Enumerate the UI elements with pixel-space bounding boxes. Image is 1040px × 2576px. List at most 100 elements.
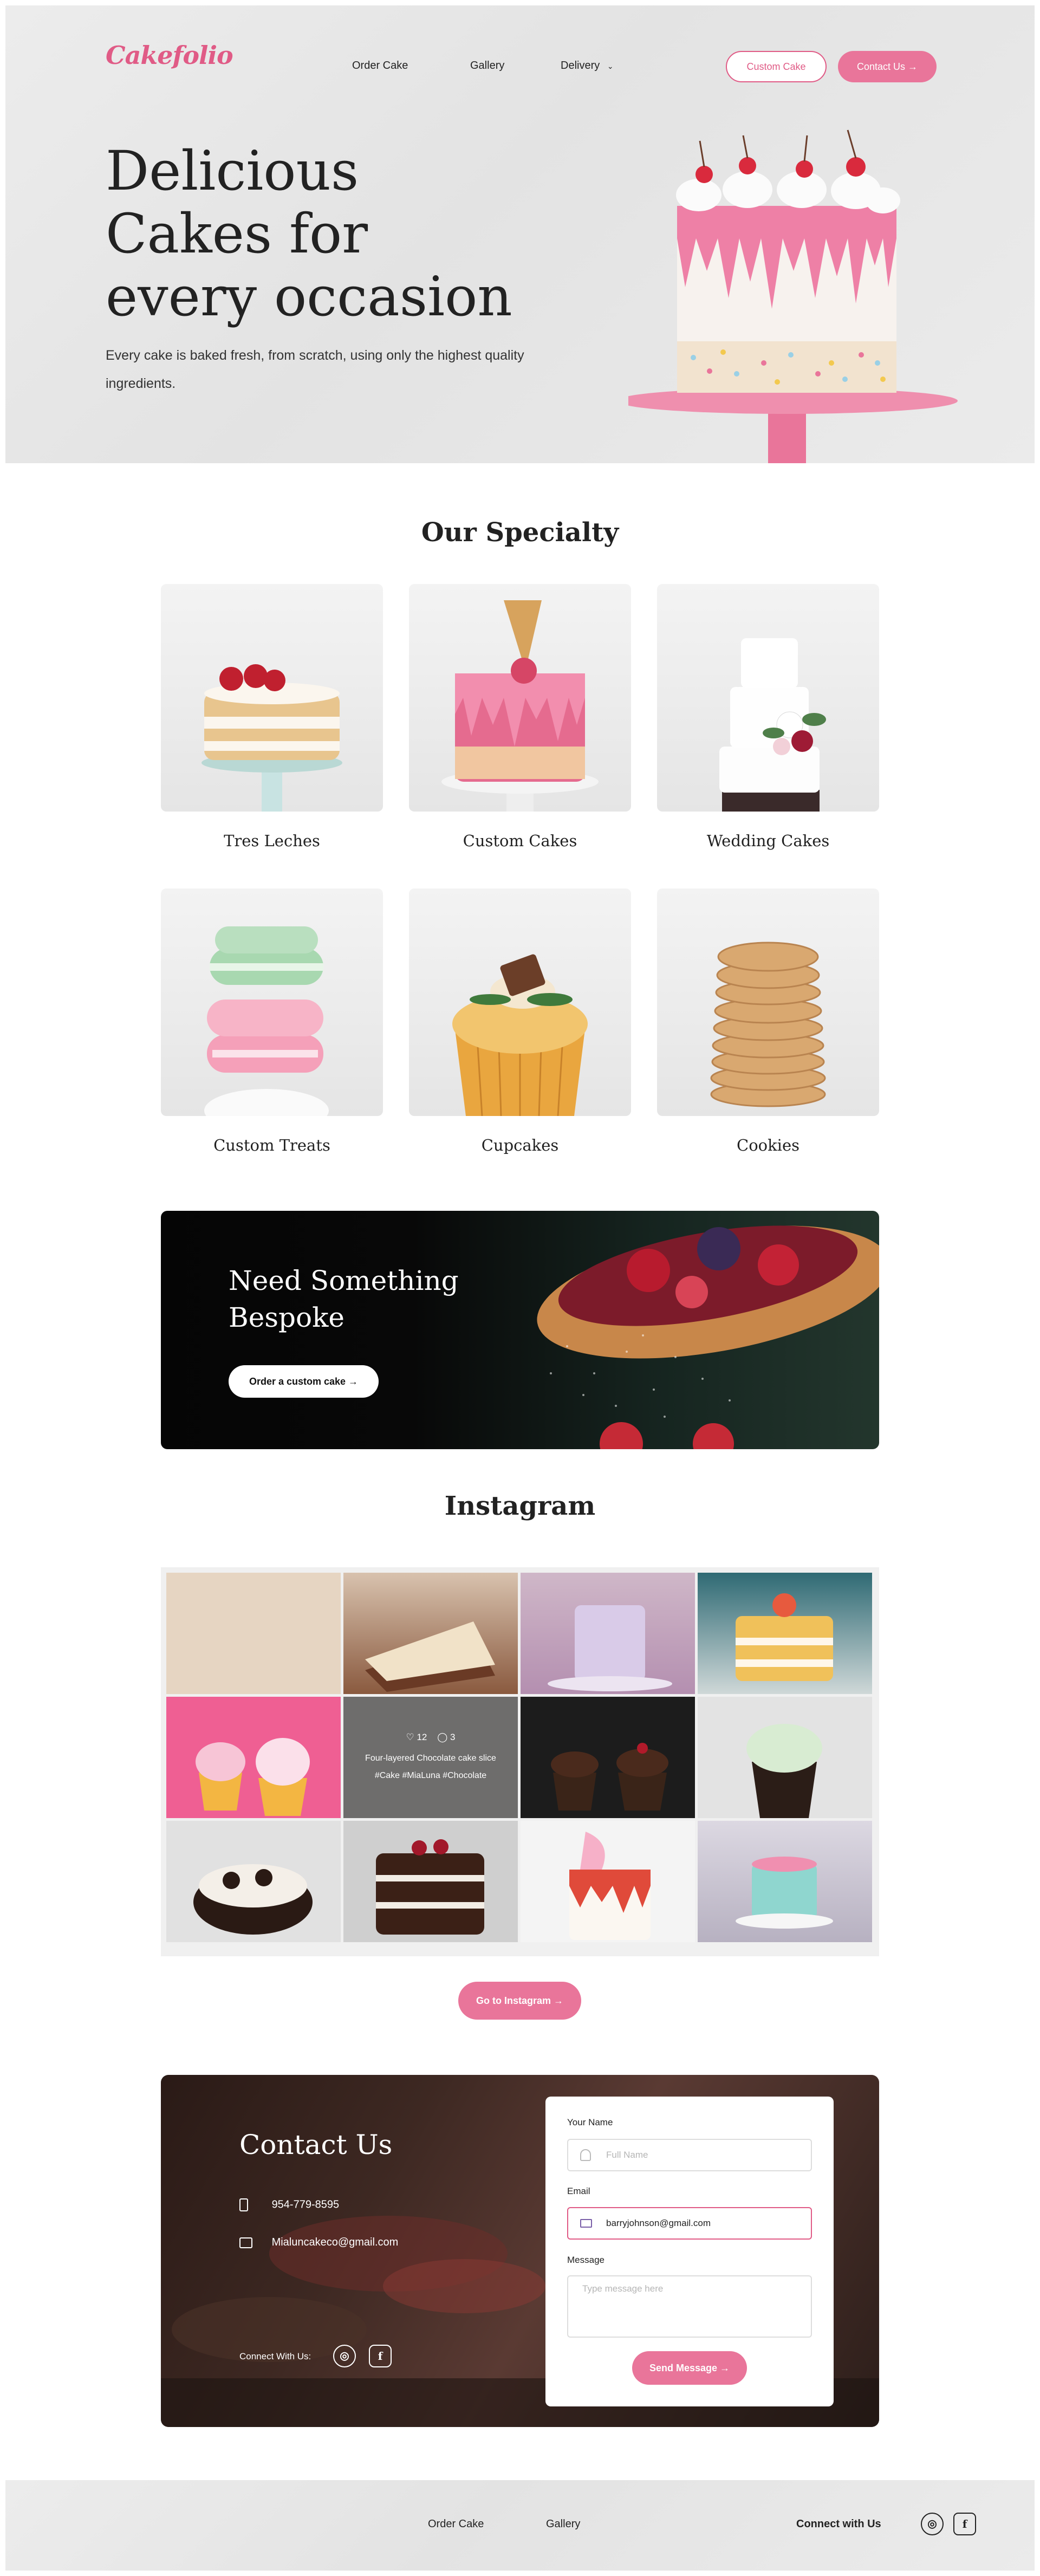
specialty-card[interactable]: [657, 888, 879, 1116]
specialty-label[interactable]: Custom Treats: [161, 1136, 383, 1154]
mail-icon: [580, 2219, 592, 2228]
arrow-right-icon: →: [720, 2363, 730, 2373]
teal-cake-image: [736, 1857, 833, 1929]
contact-us-label: Contact Us: [856, 61, 906, 72]
name-placeholder: Full Name: [606, 2150, 648, 2160]
contact-phone[interactable]: 954-779-8595: [272, 2198, 340, 2210]
hero-description: Every cake is baked fresh, from scratch,…: [106, 348, 524, 391]
post-stats: ♡ 12 ◯ 3: [343, 1732, 518, 1743]
specialty-label[interactable]: Cookies: [657, 1136, 879, 1154]
bespoke-title-line: Bespoke: [229, 1302, 344, 1333]
user-icon: [580, 2149, 591, 2161]
instagram-post[interactable]: [166, 1573, 341, 1694]
footer-link-order-cake[interactable]: Order Cake: [428, 2518, 484, 2530]
post-caption: Four-layered Chocolate cake slice: [365, 1754, 496, 1763]
instagram-post[interactable]: [166, 1821, 341, 1942]
contact-email[interactable]: Mialuncakeco@gmail.com: [272, 2236, 399, 2248]
facebook-icon[interactable]: f: [953, 2513, 976, 2535]
cupcakes-pink-image: [196, 1738, 310, 1816]
specialty-card[interactable]: [657, 584, 879, 812]
cake-slice-image: [365, 1621, 495, 1692]
arrow-right-icon: →: [908, 61, 918, 72]
instagram-post[interactable]: [521, 1821, 695, 1942]
hero-title-line: Delicious: [106, 139, 359, 203]
contact-title: Contact Us: [239, 2129, 393, 2160]
heart-icon: ♡: [406, 1732, 414, 1742]
footer-link-gallery[interactable]: Gallery: [546, 2518, 580, 2530]
email-label: Email: [567, 2186, 590, 2196]
email-value: barryjohnson@gmail.com: [606, 2218, 711, 2228]
name-field[interactable]: Full Name: [567, 2139, 812, 2171]
specialty-label[interactable]: Tres Leches: [161, 832, 383, 850]
instagram-post[interactable]: [343, 1821, 518, 1942]
specialty-title: Our Specialty: [421, 517, 619, 548]
phone-icon: [239, 2198, 248, 2211]
hero-title: Delicious Cakes for every occasion: [106, 140, 539, 328]
instagram-post[interactable]: [521, 1573, 695, 1694]
mail-icon: [239, 2237, 252, 2248]
instagram-post[interactable]: [698, 1697, 872, 1818]
message-label: Message: [567, 2255, 604, 2265]
nav-delivery[interactable]: Delivery ⌄: [561, 60, 614, 72]
specialty-card[interactable]: [409, 888, 631, 1116]
nav-gallery[interactable]: Gallery: [470, 60, 504, 72]
specialty-card[interactable]: [409, 584, 631, 812]
instagram-icon[interactable]: ◎: [921, 2513, 944, 2535]
contact-form: Your Name Full Name Email barryjohnson@g…: [545, 2097, 834, 2406]
facebook-icon[interactable]: f: [369, 2345, 392, 2367]
instagram-icon[interactable]: ◎: [333, 2345, 356, 2367]
lavender-cake-image: [548, 1605, 672, 1691]
custom-cake-button[interactable]: Custom Cake: [726, 51, 827, 82]
order-custom-cake-label: Order a custom cake: [249, 1376, 346, 1387]
chevron-down-icon: ⌄: [607, 62, 614, 70]
nav-order-cake[interactable]: Order Cake: [352, 60, 408, 72]
tart-image: [537, 1225, 879, 1449]
oreo-cake-image: [193, 1864, 313, 1935]
tres-leches-image: [202, 664, 342, 812]
hero-cake-image: [628, 129, 958, 463]
contact-phone-row: 954-779-8595: [239, 2198, 339, 2211]
specialty-label[interactable]: Custom Cakes: [409, 832, 631, 850]
contact-section: Contact Us 954-779-8595 Mialuncakeco@gma…: [161, 2075, 879, 2427]
hero-section: Cakefolio Order Cake Gallery Delivery ⌄ …: [5, 5, 1035, 463]
order-custom-cake-button[interactable]: Order a custom cake →: [229, 1365, 379, 1398]
instagram-post-hover[interactable]: ♡ 12 ◯ 3 Four-layered Chocolate cake sli…: [343, 1697, 518, 1818]
bespoke-title-line: Need Something: [229, 1265, 459, 1296]
cookies-image: [710, 942, 826, 1107]
instagram-post[interactable]: [166, 1697, 341, 1818]
instagram-post[interactable]: [698, 1821, 872, 1942]
hero-title-line: every occasion: [106, 265, 512, 328]
mint-cupcake-image: [746, 1724, 822, 1818]
specialty-card[interactable]: [161, 888, 383, 1116]
contact-us-button[interactable]: Contact Us →: [838, 51, 937, 82]
go-to-instagram-label: Go to Instagram: [476, 1995, 551, 2006]
email-field[interactable]: barryjohnson@gmail.com: [567, 2207, 812, 2240]
instagram-post[interactable]: [521, 1697, 695, 1818]
specialty-label[interactable]: Wedding Cakes: [657, 832, 879, 850]
send-message-label: Send Message: [649, 2363, 718, 2373]
instagram-title: Instagram: [444, 1491, 596, 1521]
arrow-right-icon: →: [554, 1995, 564, 2006]
layer-cake-image: [376, 1839, 484, 1935]
message-field[interactable]: Type message here: [567, 2275, 812, 2338]
specialty-label[interactable]: Cupcakes: [409, 1136, 631, 1154]
send-message-button[interactable]: Send Message →: [632, 2351, 747, 2385]
footer: Order Cake Gallery Connect with Us ◎ f: [5, 2480, 1035, 2571]
post-tags: #Cake #MiaLuna #Chocolate: [374, 1771, 487, 1780]
cupcake-image: [452, 954, 588, 1116]
nav-delivery-label: Delivery: [561, 60, 600, 72]
connect-label: Connect With Us:: [239, 2351, 311, 2361]
name-label: Your Name: [567, 2117, 613, 2127]
hero-title-line: Cakes for: [106, 202, 368, 265]
naked-cake-image: [736, 1593, 833, 1681]
instagram-grid: ♡ 12 ◯ 3 Four-layered Chocolate cake sli…: [161, 1567, 879, 1956]
footer-connect-label: Connect with Us: [796, 2518, 881, 2530]
custom-cake-image: [441, 600, 599, 812]
instagram-post[interactable]: [698, 1573, 872, 1694]
go-to-instagram-button[interactable]: Go to Instagram →: [458, 1982, 581, 2020]
logo[interactable]: Cakefolio: [106, 41, 233, 70]
arrow-right-icon: →: [348, 1376, 359, 1387]
instagram-post[interactable]: [343, 1573, 518, 1694]
drip-cake-image: [569, 1832, 651, 1940]
specialty-card[interactable]: [161, 584, 383, 812]
